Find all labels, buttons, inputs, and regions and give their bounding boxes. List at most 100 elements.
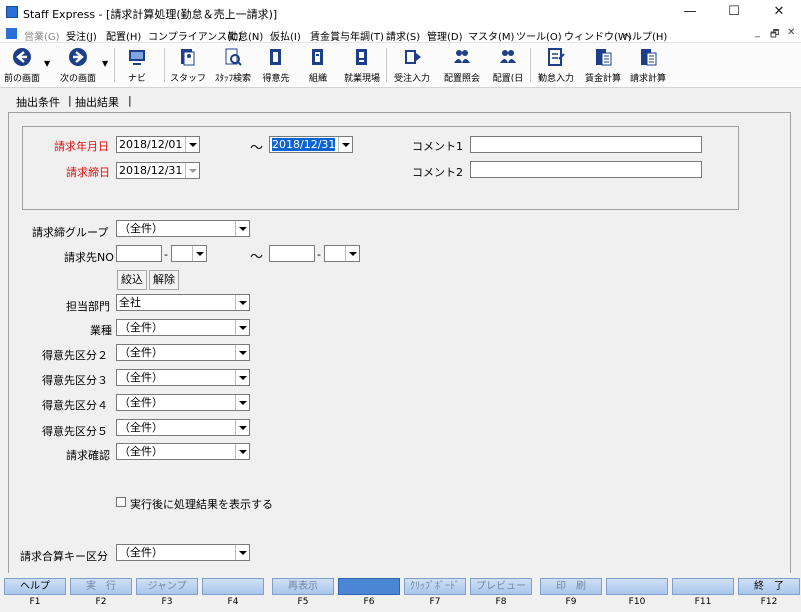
- f5-refresh-button[interactable]: 再表示: [272, 578, 334, 595]
- billing-calc-button[interactable]: 請求計算: [626, 43, 670, 88]
- f1-help-button[interactable]: ヘルプ: [4, 578, 66, 595]
- attendance-entry-button[interactable]: 勤怠入力: [534, 43, 578, 88]
- f2-execute-button[interactable]: 実 行: [70, 578, 132, 595]
- monitor-icon: [129, 50, 145, 65]
- chevron-down-icon[interactable]: [235, 295, 249, 310]
- client-category2-select[interactable]: （全件）: [116, 344, 250, 361]
- menu-tool[interactable]: ツール(O): [516, 28, 562, 43]
- back-button[interactable]: 前の画面: [2, 43, 42, 88]
- f10-button[interactable]: [606, 578, 668, 595]
- mdi-icon[interactable]: [6, 28, 17, 39]
- chevron-down-icon[interactable]: [185, 137, 199, 152]
- organization-button[interactable]: 組織: [300, 43, 336, 88]
- comment1-input[interactable]: [470, 136, 702, 153]
- f5-key-label: F5: [297, 597, 309, 607]
- chevron-down-icon[interactable]: [235, 370, 249, 385]
- chevron-down-icon[interactable]: [235, 221, 249, 236]
- client-button[interactable]: 得意先: [258, 43, 294, 88]
- menu-chingin[interactable]: 賃金賞与年調(T): [310, 28, 384, 43]
- chevron-down-icon[interactable]: [235, 545, 249, 560]
- f9-print-button[interactable]: 印 刷: [540, 578, 602, 595]
- chevron-down-icon[interactable]: [235, 444, 249, 459]
- menu-master[interactable]: マスタ(M): [468, 28, 514, 43]
- billto-from-branch-select[interactable]: [171, 245, 207, 262]
- back-history-icon[interactable]: ▼: [44, 59, 50, 68]
- billto-to-branch-select[interactable]: [324, 245, 360, 262]
- tab-extract-results[interactable]: 抽出結果: [75, 94, 119, 110]
- client-category3-select[interactable]: （全件）: [116, 369, 250, 386]
- chevron-down-icon[interactable]: [235, 420, 249, 435]
- staff-button[interactable]: スタッフ: [168, 43, 208, 88]
- menu-haichi[interactable]: 配置(H): [106, 28, 141, 43]
- wage-calc-button[interactable]: 賃金計算: [580, 43, 626, 88]
- f7-clipboard-button[interactable]: ｸﾘｯﾌﾟﾎﾞｰﾄﾞ: [404, 578, 466, 595]
- comment2-input[interactable]: [470, 161, 702, 178]
- f2-key-label: F2: [95, 597, 107, 607]
- sum-key-select[interactable]: （全件）: [116, 544, 250, 561]
- billing-calc-icon: [641, 49, 657, 66]
- narrow-button[interactable]: 絞込: [117, 270, 147, 290]
- staff-search-button[interactable]: ｽﾀｯﾌ検索: [210, 43, 256, 88]
- f8-preview-button[interactable]: プレビュー: [470, 578, 532, 595]
- menu-bar: 営業(G) 受注(J) 配置(H) コンプライアンス(C) 勤怠(N) 仮払(I…: [0, 24, 801, 43]
- closing-date-field[interactable]: 2018/12/31: [116, 162, 200, 179]
- f6-button[interactable]: [338, 578, 400, 595]
- billing-confirm-select[interactable]: （全件）: [116, 443, 250, 460]
- tab-extract-conditions[interactable]: 抽出条件: [16, 94, 60, 110]
- chevron-down-icon[interactable]: [235, 320, 249, 335]
- menu-karibarai[interactable]: 仮払(I): [270, 28, 301, 43]
- back-arrow-icon: [13, 48, 31, 66]
- client-category5-select[interactable]: （全件）: [116, 419, 250, 436]
- toolbar-separator: [386, 48, 387, 82]
- billing-date-to-field[interactable]: 2018/12/31: [269, 136, 353, 153]
- f3-jump-button[interactable]: ジャンプ: [136, 578, 198, 595]
- menu-kanri[interactable]: 管理(D): [427, 28, 463, 43]
- close-button[interactable]: ✕: [757, 0, 801, 24]
- billing-date-label: 請求年月日: [54, 140, 109, 153]
- mdi-restore-button[interactable]: 🗗: [770, 27, 779, 44]
- client-category4-select[interactable]: （全件）: [116, 394, 250, 411]
- menu-kintai[interactable]: 勤怠(N): [228, 28, 263, 43]
- placement-inquiry-icon: [454, 50, 470, 63]
- minimize-button[interactable]: —: [668, 0, 712, 24]
- f11-button[interactable]: [672, 578, 734, 595]
- navi-button[interactable]: ナビ: [120, 43, 154, 88]
- forward-button[interactable]: 次の画面: [56, 43, 100, 88]
- chevron-down-icon[interactable]: [235, 345, 249, 360]
- order-entry-button[interactable]: 受注入力: [390, 43, 434, 88]
- show-result-checkbox[interactable]: [116, 497, 126, 507]
- billto-to-input[interactable]: [269, 245, 315, 262]
- worksite-icon: [356, 49, 367, 65]
- clear-button[interactable]: 解除: [149, 270, 179, 290]
- billing-date-from-field[interactable]: 2018/12/01: [116, 136, 200, 153]
- chevron-down-icon[interactable]: [338, 137, 352, 152]
- placement-inquiry-button[interactable]: 配置照会: [440, 43, 484, 88]
- placement-daily-button[interactable]: 配置(日: [486, 43, 530, 88]
- menu-juchu[interactable]: 受注(J): [66, 28, 97, 43]
- menu-help[interactable]: ヘルプ(H): [622, 28, 667, 43]
- range-tilde: ～: [250, 141, 264, 156]
- closing-group-select[interactable]: （全件）: [116, 220, 250, 237]
- maximize-button[interactable]: ☐: [712, 0, 756, 24]
- menu-seikyu[interactable]: 請求(S): [386, 28, 420, 43]
- forward-history-icon[interactable]: ▼: [102, 59, 108, 68]
- chevron-down-icon[interactable]: [185, 163, 199, 178]
- toolbar-separator: [114, 48, 115, 82]
- closing-group-label: 請求締グループ: [32, 226, 109, 239]
- closing-date-label: 請求締日: [66, 166, 110, 179]
- billto-from-input[interactable]: [116, 245, 162, 262]
- chevron-down-icon[interactable]: [235, 395, 249, 410]
- f4-button[interactable]: [202, 578, 264, 595]
- menu-eigyo[interactable]: 営業(G): [24, 28, 60, 43]
- f8-key-label: F8: [495, 597, 507, 607]
- mdi-minimize-button[interactable]: _: [755, 27, 760, 38]
- department-select[interactable]: 全社: [116, 294, 250, 311]
- worksite-button[interactable]: 就業現場: [340, 43, 384, 88]
- f12-exit-button[interactable]: 終 了: [738, 578, 800, 595]
- mdi-close-button[interactable]: ✕: [787, 27, 795, 38]
- comment2-label: コメント2: [412, 166, 463, 179]
- chevron-down-icon[interactable]: [345, 246, 359, 261]
- f11-key-label: F11: [694, 597, 712, 607]
- industry-select[interactable]: （全件）: [116, 319, 250, 336]
- chevron-down-icon[interactable]: [192, 246, 206, 261]
